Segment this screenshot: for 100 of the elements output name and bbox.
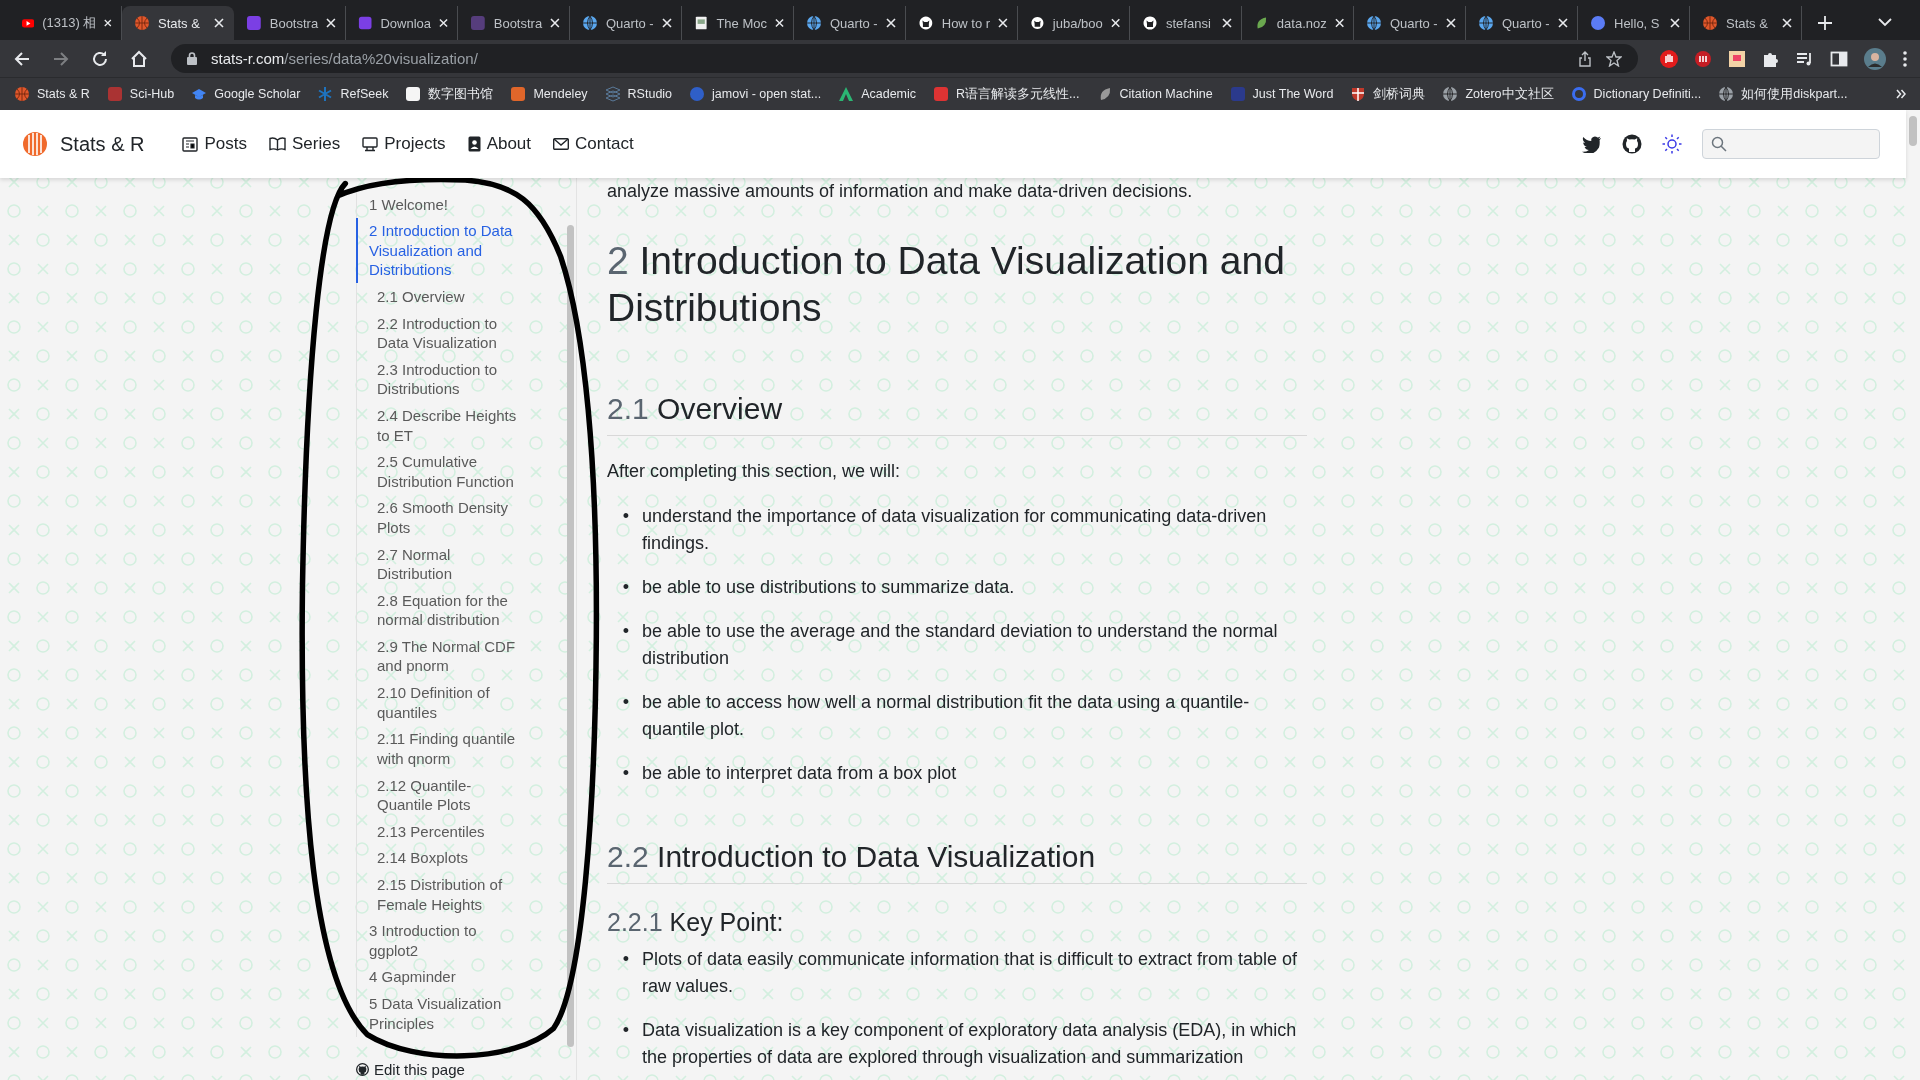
edit-page-link[interactable]: Edit this page bbox=[356, 1060, 524, 1078]
section-heading: 2.2 Introduction to Data Visualization bbox=[607, 839, 1307, 884]
logo-icon[interactable] bbox=[22, 131, 48, 157]
back-icon[interactable] bbox=[13, 49, 31, 68]
bullet-marker: • bbox=[621, 948, 630, 971]
sun-icon[interactable] bbox=[1662, 134, 1682, 154]
toc-link[interactable]: 2.9 The Normal CDF and pnorm bbox=[356, 633, 524, 680]
grid-icon bbox=[604, 86, 621, 102]
close-icon[interactable] bbox=[1334, 18, 1344, 28]
toc-link[interactable]: 2.1 Overview bbox=[356, 283, 524, 311]
plus-icon[interactable] bbox=[1818, 16, 1832, 30]
ball-icon bbox=[134, 15, 150, 31]
close-icon[interactable] bbox=[439, 18, 448, 28]
bookmark[interactable]: Google Scholar bbox=[191, 86, 301, 102]
close-icon[interactable] bbox=[214, 18, 224, 28]
browser-tab[interactable]: Stats & bbox=[122, 6, 234, 40]
note-icon[interactable] bbox=[1728, 49, 1746, 68]
close-icon[interactable] bbox=[1782, 18, 1792, 28]
bookmark[interactable]: jamovi - open stat... bbox=[689, 86, 822, 102]
page-title: 2 Introduction to Data Visualization and Distributions bbox=[607, 238, 1286, 331]
close-icon[interactable] bbox=[1558, 18, 1568, 28]
bookmark[interactable]: RStudio bbox=[604, 86, 673, 102]
toc-link[interactable]: 2.2 Introduction to Data Visualization bbox=[356, 310, 524, 357]
close-icon[interactable] bbox=[886, 18, 896, 28]
bookmark[interactable]: 如何使用diskpart... bbox=[1718, 85, 1848, 103]
bullet-marker: • bbox=[621, 1019, 630, 1042]
bookmark[interactable]: 剑桥词典 bbox=[1350, 85, 1426, 103]
bookmark[interactable]: Just The Word bbox=[1229, 86, 1334, 102]
leaf-icon bbox=[1254, 15, 1269, 31]
toc-link[interactable]: 3 Introduction to ggplot2 bbox=[356, 917, 524, 964]
toc-link[interactable]: 1 Welcome! bbox=[356, 191, 524, 218]
bookmark[interactable]: Mendeley bbox=[510, 86, 588, 102]
circle-icon bbox=[1590, 15, 1606, 31]
toc-link[interactable]: 2.3 Introduction to Distributions bbox=[356, 356, 524, 403]
close-icon[interactable] bbox=[326, 18, 336, 28]
bird-icon[interactable] bbox=[1582, 135, 1602, 153]
toc-link[interactable]: 4 Gapminder bbox=[356, 963, 524, 991]
square-icon bbox=[933, 86, 950, 102]
bullet-marker: • bbox=[621, 620, 630, 643]
share-icon[interactable] bbox=[1578, 50, 1592, 67]
search-icon bbox=[1711, 136, 1727, 152]
toc-link[interactable]: 2.11 Finding quantile with qnorm bbox=[356, 725, 524, 772]
toc-link[interactable]: 2.14 Boxplots bbox=[356, 844, 524, 872]
close-icon[interactable] bbox=[1446, 18, 1456, 28]
cat-icon bbox=[356, 1062, 369, 1076]
toc-link[interactable]: 2.10 Definition of quantiles bbox=[356, 679, 524, 726]
toc-link[interactable]: 2.5 Cumulative Distribution Function bbox=[356, 448, 524, 495]
hand-icon[interactable] bbox=[1660, 49, 1678, 68]
bookmark[interactable]: Stats & R bbox=[14, 86, 90, 102]
site-brand[interactable]: Stats & R bbox=[60, 132, 145, 156]
home-icon[interactable] bbox=[130, 49, 148, 68]
bullet-item: be able to access how well a normal distribution fit the data using a quantile-quantile plot. bbox=[642, 691, 1251, 741]
toc-link[interactable]: 2.4 Describe Heights to ET bbox=[356, 402, 524, 449]
bookmark[interactable]: Sci-Hub bbox=[106, 86, 175, 102]
reload-icon[interactable] bbox=[91, 49, 109, 68]
close-icon[interactable] bbox=[550, 18, 560, 28]
close-icon[interactable] bbox=[662, 18, 672, 28]
bookmark[interactable]: Dictionary Definiti... bbox=[1570, 86, 1702, 102]
close-icon[interactable] bbox=[998, 18, 1008, 28]
bookmark[interactable]: R语言解读多元线性... bbox=[933, 85, 1080, 103]
chevron-right-icon[interactable] bbox=[1896, 89, 1906, 99]
toc-link[interactable]: 2.12 Quantile-Quantile Plots bbox=[356, 771, 524, 819]
nav-link[interactable]: About bbox=[467, 134, 532, 154]
nav-link[interactable]: Contact bbox=[553, 134, 634, 154]
toc-link[interactable]: 5 Data Visualization Principles bbox=[356, 990, 524, 1037]
scrollbar-thumb[interactable] bbox=[567, 225, 574, 1047]
bars-icon[interactable] bbox=[1694, 49, 1712, 68]
toc-link[interactable]: 2.6 Smooth Density Plots bbox=[356, 494, 524, 541]
bookmark[interactable]: Citation Machine bbox=[1096, 86, 1213, 102]
toc-link[interactable]: 2.8 Equation for the normal distribution bbox=[356, 587, 524, 634]
bookmark[interactable]: RefSeek bbox=[317, 86, 389, 102]
star-icon[interactable] bbox=[1606, 50, 1622, 67]
page-scrollbar-thumb[interactable] bbox=[1909, 116, 1917, 146]
toc-link[interactable]: 2.13 Percentiles bbox=[356, 818, 524, 845]
bookmark[interactable]: 数字图书馆 bbox=[405, 85, 494, 103]
side-panel-icon[interactable] bbox=[1830, 49, 1848, 68]
cat-icon[interactable] bbox=[1622, 134, 1642, 154]
bullet-item: Plots of data easily communicate information that is difficult to extract from table of raw values. bbox=[642, 948, 1298, 998]
lock-icon bbox=[187, 52, 197, 65]
toc-link[interactable]: 2 Introduction to Data Visualization and Distributions bbox=[356, 217, 524, 284]
bookmark[interactable]: Academic bbox=[838, 86, 917, 102]
toc-link[interactable]: 2.7 Normal Distribution bbox=[356, 541, 524, 588]
nav-link[interactable]: Projects bbox=[362, 134, 446, 154]
nav-link[interactable]: Posts bbox=[182, 134, 247, 154]
close-icon[interactable] bbox=[1222, 18, 1232, 28]
close-icon[interactable] bbox=[104, 18, 112, 28]
forward-icon[interactable] bbox=[52, 49, 70, 68]
chevron-down-icon[interactable] bbox=[1878, 17, 1892, 27]
ball-icon bbox=[1702, 15, 1718, 31]
close-icon[interactable] bbox=[1110, 18, 1120, 28]
address-bar[interactable]: stats-r.com/series/data%20visualization/ bbox=[171, 44, 1638, 73]
bookmark[interactable]: Zotero中文社区 bbox=[1442, 85, 1554, 103]
nav-link[interactable]: Series bbox=[269, 134, 341, 154]
menu-icon[interactable] bbox=[1902, 49, 1908, 68]
search-field[interactable] bbox=[1702, 129, 1880, 159]
close-icon[interactable] bbox=[775, 18, 784, 28]
avatar-icon[interactable] bbox=[1864, 47, 1886, 70]
close-icon[interactable] bbox=[1670, 18, 1680, 28]
id-badge-icon bbox=[467, 136, 481, 152]
toc-link[interactable]: 2.15 Distribution of Female Heights bbox=[356, 871, 524, 918]
